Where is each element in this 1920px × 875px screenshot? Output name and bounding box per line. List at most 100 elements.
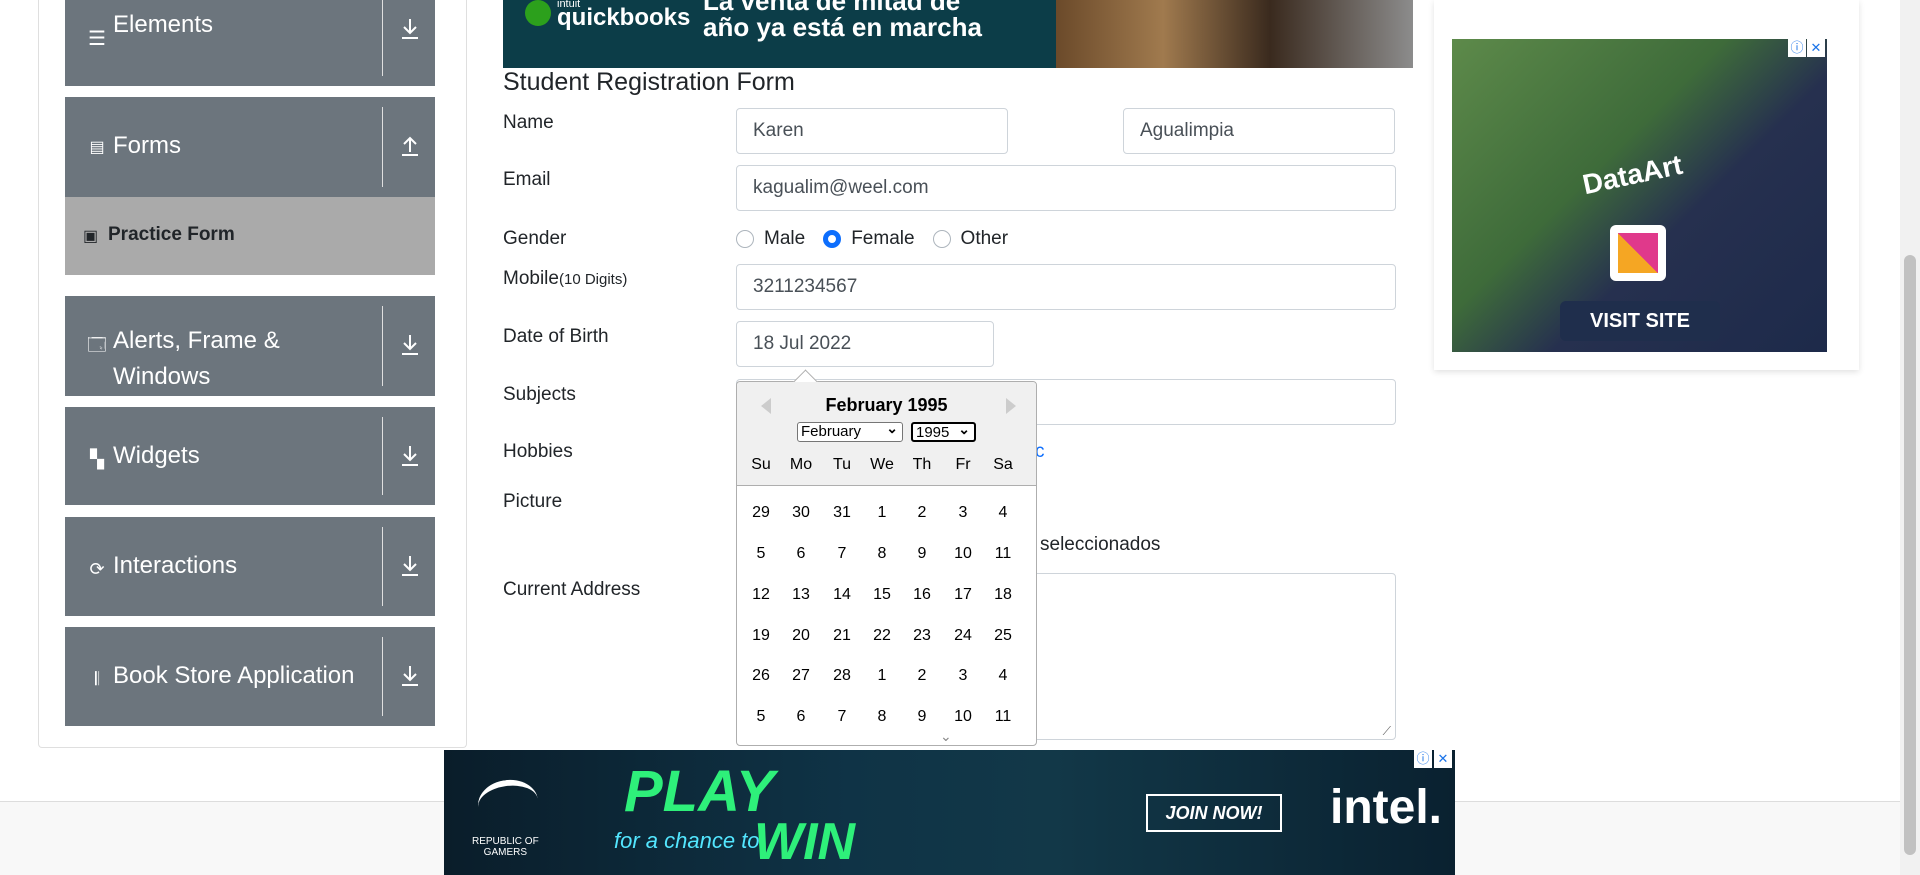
calendar-day[interactable]: 22 <box>862 627 902 645</box>
mobile-hint: (10 Digits) <box>558 271 628 288</box>
sidebar-item-practice-form[interactable]: ▣ Practice Form <box>65 197 435 275</box>
sidebar-group-interactions[interactable]: ⟳ Interactions <box>65 517 435 616</box>
join-now-button[interactable]: JOIN NOW! <box>1146 794 1282 832</box>
calendar-day[interactable]: 3 <box>943 667 983 685</box>
first-name-input[interactable]: Karen <box>736 108 1008 154</box>
radio-label-male: Male <box>764 228 806 249</box>
ad-chance-text: for a chance to <box>614 828 760 853</box>
ad-close-icon[interactable]: ✕ <box>1807 39 1825 57</box>
document-icon: ▤ <box>89 139 105 156</box>
sidebar-group-alerts[interactable]: 🗔 Alerts, Frame & Windows <box>65 296 435 396</box>
calendar-day[interactable]: 1 <box>862 504 902 522</box>
bottom-ad-banner[interactable]: REPUBLIC OF GAMERS PLAY for a chance to W… <box>444 750 1455 875</box>
gender-other-option[interactable]: Other <box>932 228 1008 250</box>
calendar-day[interactable]: 23 <box>902 627 942 645</box>
dob-input[interactable]: 18 Jul 2022 <box>736 321 994 367</box>
email-label: Email <box>503 169 551 190</box>
sidebar-group-label-line2: Windows <box>113 363 211 390</box>
sidebar-group-label: Forms <box>113 132 181 159</box>
calendar-day[interactable]: 28 <box>822 667 862 685</box>
ad-close-icon[interactable]: ✕ <box>1434 750 1452 768</box>
calendar-day[interactable]: 6 <box>781 708 821 726</box>
year-select[interactable]: 1995 <box>911 420 976 442</box>
radio-male[interactable] <box>736 230 754 248</box>
dob-label: Date of Birth <box>503 326 609 347</box>
calendar-day[interactable]: 2 <box>902 504 942 522</box>
calendar-day[interactable]: 27 <box>781 667 821 685</box>
sidebar-group-label: Alerts, Frame & <box>113 327 280 354</box>
calendar-day[interactable]: 21 <box>822 627 862 645</box>
page-scrollbar[interactable] <box>1900 0 1920 875</box>
calendar-day[interactable]: 14 <box>822 586 862 604</box>
calendar-day[interactable]: 6 <box>781 545 821 563</box>
resize-handle-icon[interactable]: ⟋ <box>1383 725 1391 737</box>
sidebar-group-book-store[interactable]: 𝄃 Book Store Application <box>65 627 435 726</box>
next-month-icon[interactable] <box>1006 398 1016 414</box>
weekday-label: Su <box>751 456 771 473</box>
scrollbar-thumb[interactable] <box>1904 255 1916 855</box>
calendar-day[interactable]: 9 <box>902 545 942 563</box>
divider <box>382 306 383 386</box>
calendar-day[interactable]: 8 <box>862 708 902 726</box>
form-icon: ▣ <box>83 228 99 245</box>
calendar-day[interactable]: 4 <box>983 667 1023 685</box>
calendar-day[interactable]: 16 <box>902 586 942 604</box>
calendar-day[interactable]: 19 <box>741 627 781 645</box>
rog-brand: REPUBLIC OF GAMERS <box>472 836 539 858</box>
last-name-input[interactable]: Agualimpia <box>1123 108 1395 154</box>
weekday-label: Fr <box>955 456 971 473</box>
address-label: Current Address <box>503 579 641 600</box>
calendar-day[interactable]: 30 <box>781 504 821 522</box>
calendar-day[interactable]: 12 <box>741 586 781 604</box>
calendar-day[interactable]: 25 <box>983 627 1023 645</box>
divider <box>382 0 383 76</box>
calendar-day[interactable]: 11 <box>983 708 1023 726</box>
sidebar-group-label: Widgets <box>113 442 200 469</box>
radio-other[interactable] <box>932 230 951 248</box>
mobile-input[interactable]: 3211234567 <box>736 264 1396 310</box>
calendar-day[interactable]: 4 <box>983 504 1023 522</box>
month-select[interactable]: February <box>797 419 903 442</box>
calendar-day[interactable]: 7 <box>822 545 862 563</box>
calendar-day[interactable]: 18 <box>983 586 1023 604</box>
ad-brand: DataArt <box>1579 148 1686 201</box>
ad-info-icon[interactable]: ⓘ <box>1788 39 1806 57</box>
divider <box>382 417 383 495</box>
gender-male-option[interactable]: Male <box>736 228 805 250</box>
calendar-day[interactable]: 26 <box>741 667 781 685</box>
sidebar-group-elements[interactable]: ☰ Elements <box>65 0 435 86</box>
calendar-day[interactable]: 5 <box>741 708 781 726</box>
calendar-day[interactable]: 7 <box>822 708 862 726</box>
hobbies-label: Hobbies <box>503 441 573 462</box>
ad-win-text: WIN <box>754 813 856 871</box>
calendar-day[interactable]: 31 <box>822 504 862 522</box>
calendar-day[interactable]: 20 <box>781 627 821 645</box>
ad-brand: quickbooks <box>557 4 691 31</box>
sidebar-group-widgets[interactable]: ▚ Widgets <box>65 407 435 505</box>
calendar-day[interactable]: 1 <box>862 667 902 685</box>
calendar-day[interactable]: 11 <box>983 545 1023 563</box>
calendar-day[interactable]: 10 <box>943 708 983 726</box>
calendar-day[interactable]: 5 <box>741 545 781 563</box>
calendar-day[interactable]: 15 <box>862 586 902 604</box>
radio-female[interactable] <box>823 230 842 248</box>
calendar-day[interactable]: 10 <box>943 545 983 563</box>
top-ad-banner[interactable]: intuit quickbooks La venta de mitad de a… <box>503 0 1413 68</box>
ad-info-icon[interactable]: ⓘ <box>1414 750 1432 768</box>
visit-site-button[interactable]: VISIT SITE <box>1560 301 1720 341</box>
calendar-day[interactable]: 17 <box>943 586 983 604</box>
calendar-day[interactable]: 9 <box>902 708 942 726</box>
calendar-day[interactable]: 13 <box>781 586 821 604</box>
sidebar-group-forms[interactable]: ▤ Forms <box>65 97 435 197</box>
calendar-day[interactable]: 3 <box>943 504 983 522</box>
email-input[interactable]: kagualim@weel.com <box>736 165 1396 211</box>
right-ad-banner[interactable]: DataArt VISIT SITE <box>1452 39 1827 352</box>
calendar-day[interactable]: 29 <box>741 504 781 522</box>
calendar-day[interactable]: 24 <box>943 627 983 645</box>
calendar-day[interactable]: 8 <box>862 545 902 563</box>
calendar-day[interactable]: 2 <box>902 667 942 685</box>
form-title: Student Registration Form <box>503 68 795 96</box>
divider <box>382 107 383 187</box>
ad-logo-icon <box>1610 225 1666 281</box>
gender-female-option[interactable]: Female <box>823 228 915 250</box>
